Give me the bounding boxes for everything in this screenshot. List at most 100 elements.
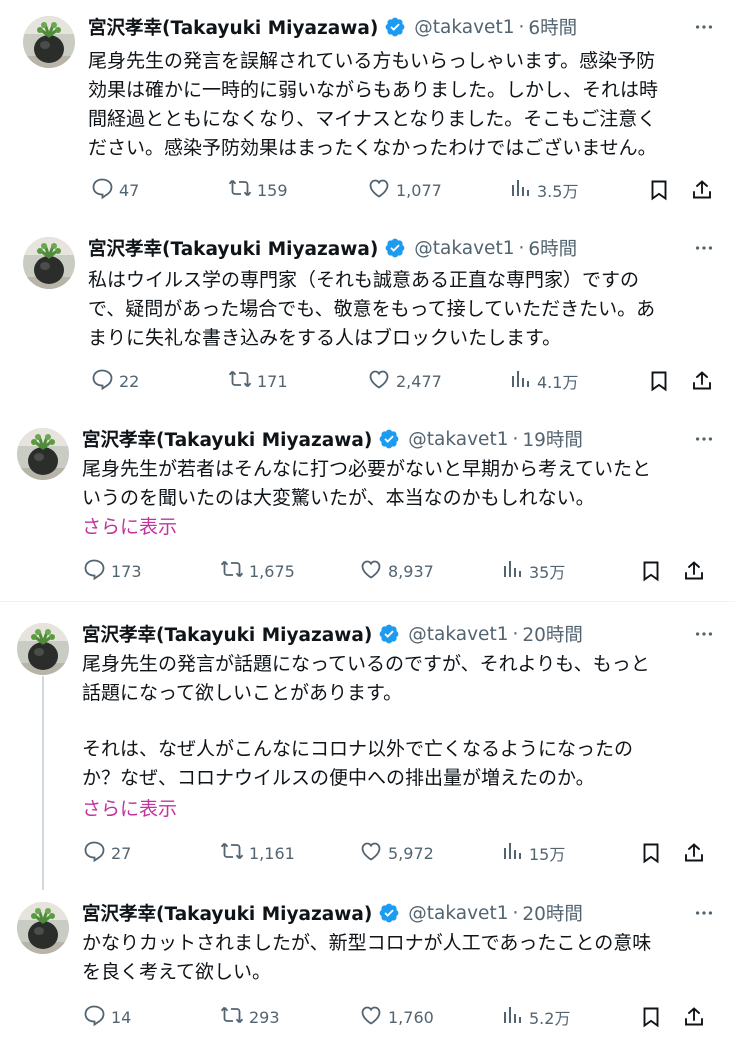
reply-icon <box>90 176 114 204</box>
author-handle[interactable]: @takavet1 <box>408 429 508 450</box>
tweet-text: 尾身先生が若者はそんなに打つ必要がないと早期から考えていたと いうのを聞いたのは大… <box>82 455 651 513</box>
more-icon[interactable] <box>693 16 715 38</box>
views-icon <box>500 1003 524 1031</box>
timestamp[interactable]: 19時間 <box>522 426 583 452</box>
share-icon[interactable] <box>682 559 706 583</box>
timestamp[interactable]: 6時間 <box>528 235 577 261</box>
timestamp[interactable]: 6時間 <box>528 14 577 40</box>
like-button[interactable]: 1,077 <box>367 175 442 205</box>
author-name[interactable]: 宮沢孝幸(Takayuki Miyazawa) <box>88 235 378 261</box>
more-icon[interactable] <box>693 902 715 924</box>
tweet-text-line: 尾身先生の発言を誤解されている方もいらっしゃいます。感染予防 <box>88 50 656 72</box>
verified-badge-icon <box>378 428 400 450</box>
author-handle[interactable]: @takavet1 <box>408 903 508 924</box>
author-name[interactable]: 宮沢孝幸(Takayuki Miyazawa) <box>82 900 372 926</box>
share-icon[interactable] <box>682 1005 706 1029</box>
more-icon[interactable] <box>693 428 715 450</box>
views-count: 4.1万 <box>537 373 579 392</box>
tweet-text-line: 尾身先生の発言が話題になっているのですが、それよりも、もっと <box>82 653 650 675</box>
repost-icon <box>220 557 244 585</box>
tweet-text-line: か？なぜ、コロナウイルスの便中への排出量が増えたのか。 <box>82 767 595 789</box>
author-name[interactable]: 宮沢孝幸(Takayuki Miyazawa) <box>88 14 378 40</box>
reply-button[interactable]: 47 <box>90 175 139 205</box>
bookmark-icon[interactable] <box>647 369 671 393</box>
reply-button[interactable]: 27 <box>82 838 131 868</box>
views-button[interactable]: 5.2万 <box>500 1002 570 1032</box>
repost-button[interactable]: 1,675 <box>220 556 295 586</box>
show-more-link[interactable]: さらに表示 <box>82 794 177 821</box>
author-name[interactable]: 宮沢孝幸(Takayuki Miyazawa) <box>82 426 372 452</box>
tweet-separator <box>0 601 735 602</box>
bookmark-icon[interactable] <box>639 1005 663 1029</box>
repost-button[interactable]: 293 <box>220 1002 280 1032</box>
tweet-text-line: それは、なぜ人がこんなにコロナ以外で亡くなるようになったの <box>82 738 634 760</box>
like-count: 2,477 <box>396 371 442 391</box>
share-icon[interactable] <box>690 178 714 202</box>
like-icon <box>367 367 391 395</box>
like-button[interactable]: 2,477 <box>367 366 442 396</box>
reply-icon <box>82 839 106 867</box>
tweet-actions: 27 1,161 5,972 15万 <box>0 838 735 868</box>
tweet-text-line: 私はウイルス学の専門家（それも誠意ある正直な専門家）ですの <box>88 269 640 291</box>
like-button[interactable]: 8,937 <box>359 556 434 586</box>
repost-button[interactable]: 1,161 <box>220 838 295 868</box>
share-icon[interactable] <box>690 369 714 393</box>
avatar[interactable] <box>17 902 69 954</box>
bookmark-icon[interactable] <box>647 178 671 202</box>
like-button[interactable]: 5,972 <box>359 838 434 868</box>
views-button[interactable]: 3.5万 <box>508 175 578 205</box>
reply-button[interactable]: 173 <box>82 556 142 586</box>
tweet-text-line: いうのを聞いたのは大変驚いたが、本当なのかもしれない。 <box>82 487 595 509</box>
separator-dot: · <box>512 428 519 450</box>
author-handle[interactable]: @takavet1 <box>414 17 514 38</box>
views-count: 3.5万 <box>537 182 579 201</box>
tweet-text-line: 間経過とともになくなり、マイナスとなりました。そこもご注意く <box>88 108 657 130</box>
views-button[interactable]: 4.1万 <box>508 366 578 396</box>
separator-dot: · <box>512 902 519 924</box>
avatar[interactable] <box>23 237 75 289</box>
tweet-actions: 14 293 1,760 5.2万 <box>0 1002 735 1032</box>
tweet-header: 宮沢孝幸(Takayuki Miyazawa) @takavet1 · 19時間 <box>82 424 583 454</box>
like-button[interactable]: 1,760 <box>359 1002 434 1032</box>
repost-count: 159 <box>257 180 288 200</box>
like-count: 1,760 <box>388 1007 434 1027</box>
tweet-text-line: 効果は確かに一時的に弱いながらもありました。しかし、それは時 <box>88 79 659 101</box>
repost-count: 1,161 <box>249 843 295 863</box>
tweet-actions: 173 1,675 8,937 35万 <box>0 556 735 586</box>
repost-icon <box>220 839 244 867</box>
timestamp[interactable]: 20時間 <box>522 900 583 926</box>
bookmark-icon[interactable] <box>639 559 663 583</box>
author-name[interactable]: 宮沢孝幸(Takayuki Miyazawa) <box>82 621 372 647</box>
views-icon <box>508 367 532 395</box>
repost-count: 293 <box>249 1007 280 1027</box>
tweet-text-line: を良く考えて欲しい。 <box>82 961 272 983</box>
timestamp[interactable]: 20時間 <box>522 621 583 647</box>
more-icon[interactable] <box>693 623 715 645</box>
views-button[interactable]: 15万 <box>500 838 565 868</box>
avatar[interactable] <box>23 16 75 68</box>
author-handle[interactable]: @takavet1 <box>408 624 508 645</box>
avatar[interactable] <box>17 623 69 675</box>
reply-count: 27 <box>111 843 132 863</box>
like-count: 5,972 <box>388 843 434 863</box>
more-icon[interactable] <box>693 237 715 259</box>
repost-button[interactable]: 171 <box>228 366 288 396</box>
reply-icon <box>82 557 106 585</box>
repost-button[interactable]: 159 <box>228 175 288 205</box>
verified-badge-icon <box>384 16 406 38</box>
share-icon[interactable] <box>682 841 706 865</box>
avatar[interactable] <box>17 428 69 480</box>
reply-button[interactable]: 14 <box>82 1002 131 1032</box>
tweet-text-line: で、疑問があった場合でも、敬意をもって接していただきたい。あ <box>88 298 656 320</box>
views-icon <box>500 839 524 867</box>
views-count: 15万 <box>529 845 566 864</box>
author-handle[interactable]: @takavet1 <box>414 238 514 259</box>
views-button[interactable]: 35万 <box>500 556 565 586</box>
tweet-header: 宮沢孝幸(Takayuki Miyazawa) @takavet1 · 20時間 <box>82 898 583 928</box>
bookmark-icon[interactable] <box>639 841 663 865</box>
like-count: 8,937 <box>388 561 434 581</box>
tweet-header: 宮沢孝幸(Takayuki Miyazawa) @takavet1 · 6時間 <box>88 233 577 263</box>
tweet-text-line: かなりカットされましたが、新型コロナが人工であったことの意味 <box>82 932 652 954</box>
show-more-link[interactable]: さらに表示 <box>82 512 177 539</box>
reply-button[interactable]: 22 <box>90 366 139 396</box>
